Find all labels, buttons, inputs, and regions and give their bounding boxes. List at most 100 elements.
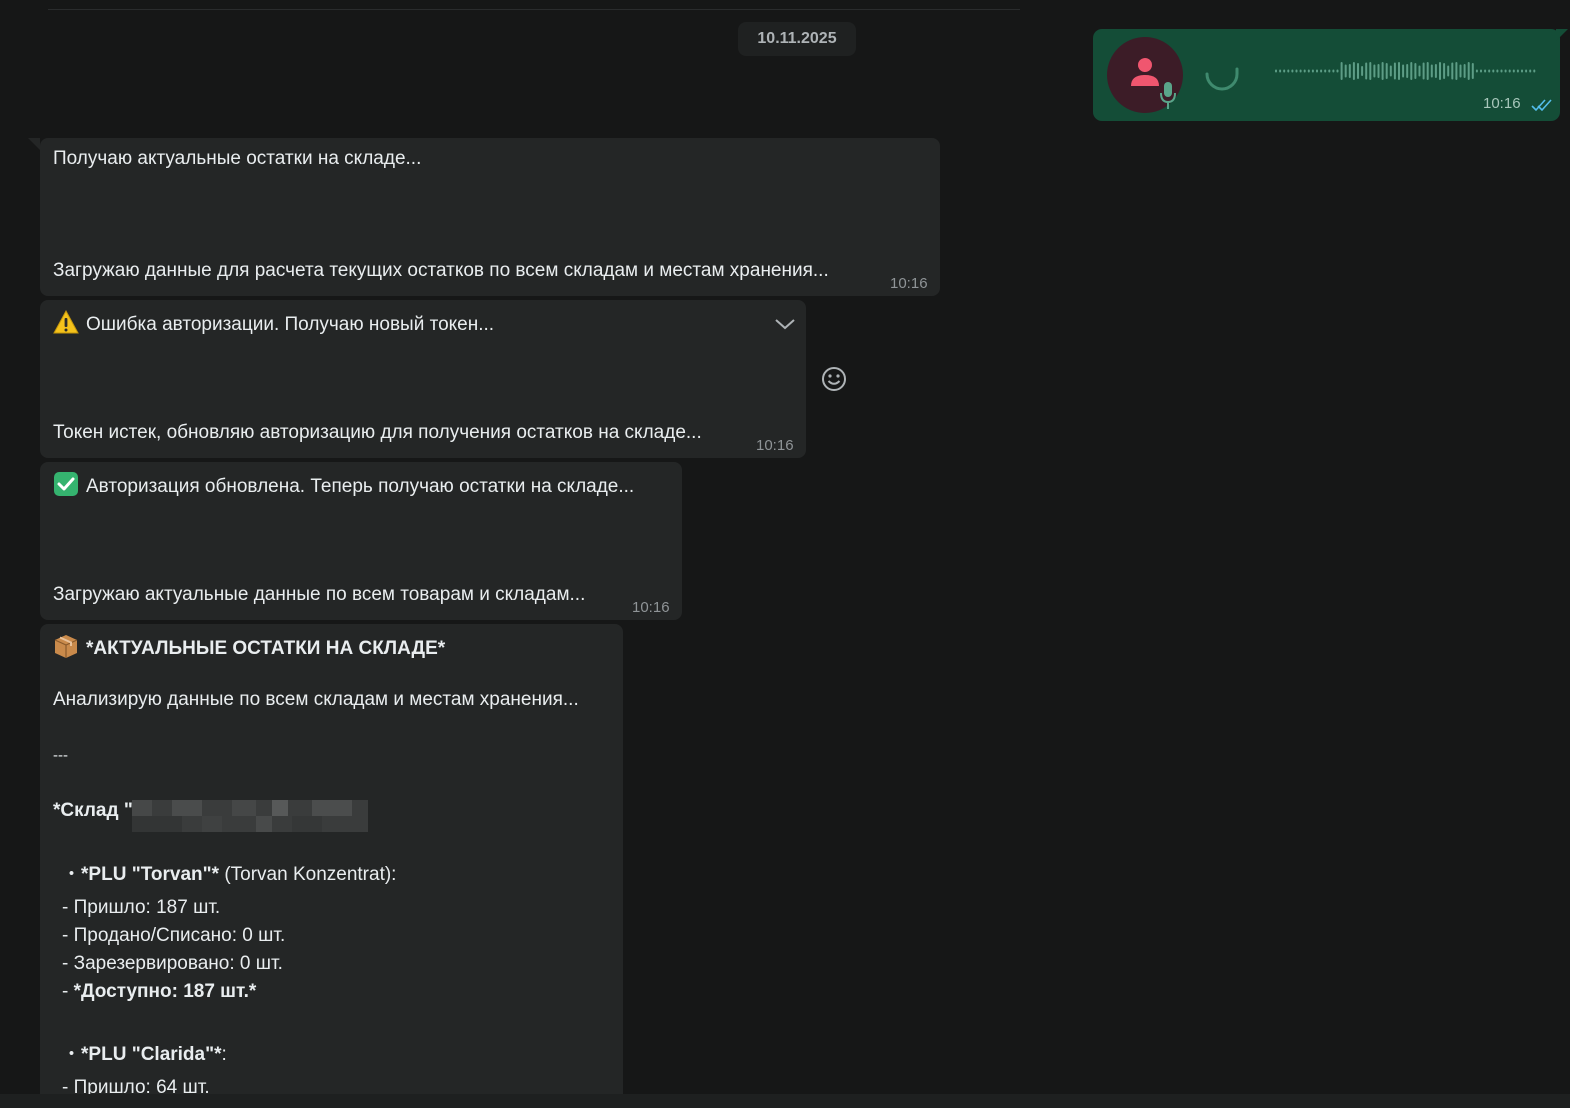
waveform-bar <box>1385 63 1388 79</box>
waveform-bar <box>1529 69 1532 73</box>
horizontal-scrollbar[interactable] <box>0 1094 1570 1108</box>
loading-spinner-icon[interactable] <box>1197 49 1247 99</box>
waveform-bar <box>1324 69 1327 73</box>
waveform-bar <box>1348 64 1351 78</box>
waveform-bar <box>1373 64 1376 78</box>
package-icon <box>54 635 78 658</box>
waveform-bar <box>1439 62 1441 80</box>
waveform-bar <box>1484 69 1487 73</box>
bullet: ・ <box>62 864 82 885</box>
report-title-row: *АКТУАЛЬНЫЕ ОСТАТКИ НА СКЛАДЕ* <box>53 633 445 660</box>
waveform-bar <box>1525 69 1528 73</box>
item-name: *PLU "Torvan"* <box>81 864 220 885</box>
message-time: 10:16 <box>890 275 928 292</box>
message-time: 10:16 <box>1483 95 1521 112</box>
waveform-bar <box>1283 69 1286 73</box>
waveform-bar <box>1398 62 1400 80</box>
waveform-bar <box>1406 64 1409 78</box>
waveform-bar <box>1344 64 1347 78</box>
waveform-bar <box>1447 65 1450 77</box>
date-separator: 10.11.2025 <box>738 22 856 56</box>
waveform-bar <box>1299 69 1302 73</box>
item-available: - *Доступно: 187 шт.* <box>62 981 256 1003</box>
waveform-bar <box>1303 69 1306 73</box>
item-name: *PLU "Clarida"* <box>81 1044 222 1065</box>
available-prefix: - <box>62 981 74 1002</box>
waveform-bar <box>1496 69 1499 73</box>
waveform-bar <box>1291 69 1294 73</box>
waveform-bar <box>1402 64 1405 78</box>
message-bubble[interactable]: Ошибка авторизации. Получаю новый токен.… <box>40 300 806 458</box>
audio-waveform[interactable] <box>1273 56 1543 86</box>
bullet: ・ <box>62 1044 82 1065</box>
item-name-suffix: (Torvan Konzentrat): <box>219 864 397 885</box>
bubble-tail <box>1556 29 1568 41</box>
redacted-warehouse-name <box>132 800 368 832</box>
waveform-bar <box>1287 69 1290 73</box>
waveform-bar <box>1336 69 1339 73</box>
waveform-bar <box>1295 69 1298 73</box>
message-bubble[interactable]: Получаю актуальные остатки на складе... … <box>40 138 940 296</box>
waveform-bar <box>1533 69 1536 73</box>
message-text: Токен истек, обновляю авторизацию для по… <box>53 422 702 443</box>
waveform-bar <box>1443 63 1446 79</box>
waveform-bar <box>1320 69 1323 73</box>
item-heading: ・*PLU "Clarida"*: <box>62 1044 227 1066</box>
waveform-bar <box>1307 69 1310 73</box>
waveform-bar <box>1311 69 1314 73</box>
item-detail: - Пришло: 187 шт. <box>62 897 221 918</box>
waveform-bar <box>1365 62 1368 80</box>
message-text: Авторизация обновлена. Теперь получаю ос… <box>86 476 635 497</box>
waveform-bar <box>1332 69 1335 73</box>
report-intro: Анализирую данные по всем складам и мест… <box>53 689 579 710</box>
waveform-bar <box>1316 69 1318 73</box>
waveform-bar <box>1328 69 1331 73</box>
waveform-bar <box>1516 69 1519 73</box>
waveform-bar <box>1492 69 1495 73</box>
chevron-down-icon[interactable] <box>774 317 796 331</box>
waveform-bar <box>1275 69 1277 73</box>
waveform-bar <box>1357 63 1359 79</box>
item-name-suffix: : <box>221 1044 227 1065</box>
waveform-bar <box>1389 65 1392 77</box>
item-detail: - Зарезервировано: 0 шт. <box>62 953 283 974</box>
waveform-bar <box>1451 62 1454 80</box>
waveform-bar <box>1504 69 1507 73</box>
available-value: *Доступно: 187 шт.* <box>73 981 257 1002</box>
waveform-bar <box>1488 69 1491 73</box>
message-text: Получаю актуальные остатки на складе... <box>53 148 422 169</box>
waveform-bar <box>1500 69 1503 73</box>
waveform-bar <box>1418 65 1421 77</box>
voice-message-bubble[interactable]: 10:16 <box>1093 29 1568 121</box>
waveform-bar <box>1381 62 1384 80</box>
waveform-bar <box>1455 62 1458 80</box>
emoji-reaction-icon[interactable] <box>821 366 847 392</box>
microphone-icon <box>1160 82 1176 109</box>
waveform-bar <box>1369 62 1372 80</box>
avatar <box>1107 37 1183 113</box>
waveform-bar <box>1410 62 1413 80</box>
message-bubble[interactable]: Авторизация обновлена. Теперь получаю ос… <box>40 462 682 620</box>
waveform-bar <box>1430 64 1433 78</box>
waveform-bar <box>1361 66 1364 76</box>
stock-report-bubble[interactable]: *АКТУАЛЬНЫЕ ОСТАТКИ НА СКЛАДЕ* Анализиру… <box>40 624 623 1108</box>
waveform-bar <box>1512 69 1515 73</box>
waveform-bar <box>1463 64 1466 78</box>
top-divider <box>48 9 1020 10</box>
warehouse-heading: *Склад " <box>53 800 133 821</box>
message-text: Загружаю актуальные данные по всем товар… <box>53 584 586 605</box>
waveform-bar <box>1475 69 1478 73</box>
message-text-row: Ошибка авторизации. Получаю новый токен.… <box>53 309 494 336</box>
bubble-tail <box>28 138 40 150</box>
warning-icon <box>53 309 79 334</box>
waveform-bar <box>1459 64 1462 78</box>
waveform-bar <box>1352 62 1355 80</box>
message-text: Загружаю данные для расчета текущих оста… <box>53 260 829 281</box>
waveform-bar <box>1426 62 1429 80</box>
message-time: 10:16 <box>756 437 794 454</box>
waveform-bar <box>1393 62 1396 80</box>
message-text: Ошибка авторизации. Получаю новый токен.… <box>86 314 495 335</box>
message-time: 10:16 <box>632 599 670 616</box>
waveform-bar <box>1434 64 1437 78</box>
item-heading: ・*PLU "Torvan"* (Torvan Konzentrat): <box>62 864 396 886</box>
